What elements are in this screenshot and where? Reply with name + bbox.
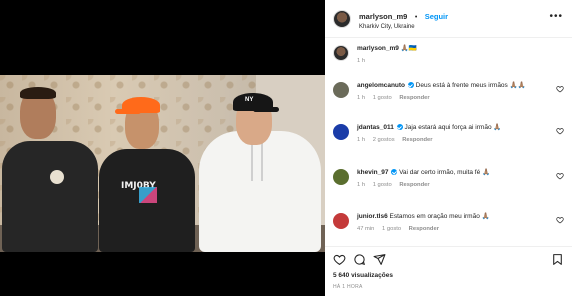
reply-button[interactable]: Responder [399,95,429,101]
share-send-icon[interactable] [373,253,386,266]
video-pane: IMJ0BY NY [0,0,325,296]
post-timestamp: HÁ 1 HORA [333,284,363,290]
caption-text: 🙏🏽🇺🇦 [400,45,417,52]
comment-time: 1 h [357,137,366,144]
comment-likes[interactable]: 1 gosto [373,182,392,188]
follow-button[interactable]: Seguir [425,12,448,21]
reply-button[interactable]: Responder [409,226,439,232]
comment-username[interactable]: khevin_97 [357,169,388,176]
author-avatar[interactable] [333,9,351,28]
comment-likes[interactable]: 1 gosto [373,95,392,101]
commenter-avatar[interactable] [333,82,349,98]
comment-likes[interactable]: 1 gosto [382,226,401,232]
person-left [0,75,100,252]
bookmark-icon[interactable] [551,253,564,266]
person-middle: IMJ0BY [95,75,200,252]
comment-text: Jaja estará aqui força ai irmão 🙏🏽 [404,124,502,131]
comment-username[interactable]: junior.tls6 [357,213,388,220]
like-heart-icon[interactable] [556,172,564,180]
comment-time: 47 min [357,226,375,233]
reply-button[interactable]: Responder [399,182,429,188]
commenter-avatar[interactable] [333,169,349,185]
commenter-avatar[interactable] [333,124,349,140]
post-caption: marlyson_m9 🙏🏽🇺🇦 1 h [325,39,572,64]
commenter-avatar[interactable] [333,213,349,229]
comment-item: angelomcanuto Deus está à frente meus ir… [333,82,564,101]
post-panel: marlyson_m9 • Seguir Kharkiv City, Ukrai… [325,0,572,296]
comment-time: 1 h [357,95,366,102]
author-avatar-small[interactable] [333,45,349,61]
action-bar [325,246,572,268]
comment-username[interactable]: jdantas_011 [357,124,394,131]
caption-time: 1 h [357,58,366,65]
author-username[interactable]: marlyson_m9 [359,12,407,21]
comments-list[interactable]: marlyson_m9 🙏🏽🇺🇦 1 h angelomcanuto Deus … [325,39,572,237]
comment-item: khevin_97 Vai dar certo irmão, muita fé … [333,169,564,188]
comment-item: jdantas_011 Jaja estará aqui força ai ir… [333,124,564,143]
comment-text: Estamos em oração meu irmão 🙏🏽 [389,213,490,220]
like-heart-icon[interactable] [333,253,346,266]
comment-username[interactable]: angelomcanuto [357,82,405,89]
like-heart-icon[interactable] [556,216,564,224]
video-player[interactable]: IMJ0BY NY [0,75,325,252]
comment-text: Deus está à frente meus irmãos 🙏🏽🙏🏽 [415,82,526,89]
post-header: marlyson_m9 • Seguir Kharkiv City, Ukrai… [325,0,572,38]
view-count[interactable]: 5 640 visualizações [333,272,393,279]
caption-username[interactable]: marlyson_m9 [357,45,399,52]
verified-badge-icon [396,124,403,131]
verified-badge-icon [391,169,398,176]
person-right: NY [195,75,325,252]
comment-time: 1 h [357,182,366,189]
comment-item: junior.tls6 Estamos em oração meu irmão … [333,213,564,232]
comment-text: Vai dar certo irmão, muita fé 🙏🏽 [399,169,491,176]
like-heart-icon[interactable] [556,127,564,135]
comment-likes[interactable]: 2 gostos [373,137,395,143]
verified-badge-icon [407,82,414,89]
post-location[interactable]: Kharkiv City, Ukraine [359,24,448,31]
like-heart-icon[interactable] [556,85,564,93]
comment-bubble-icon[interactable] [353,253,366,266]
more-options-icon[interactable]: ••• [549,11,563,22]
reply-button[interactable]: Responder [402,137,432,143]
